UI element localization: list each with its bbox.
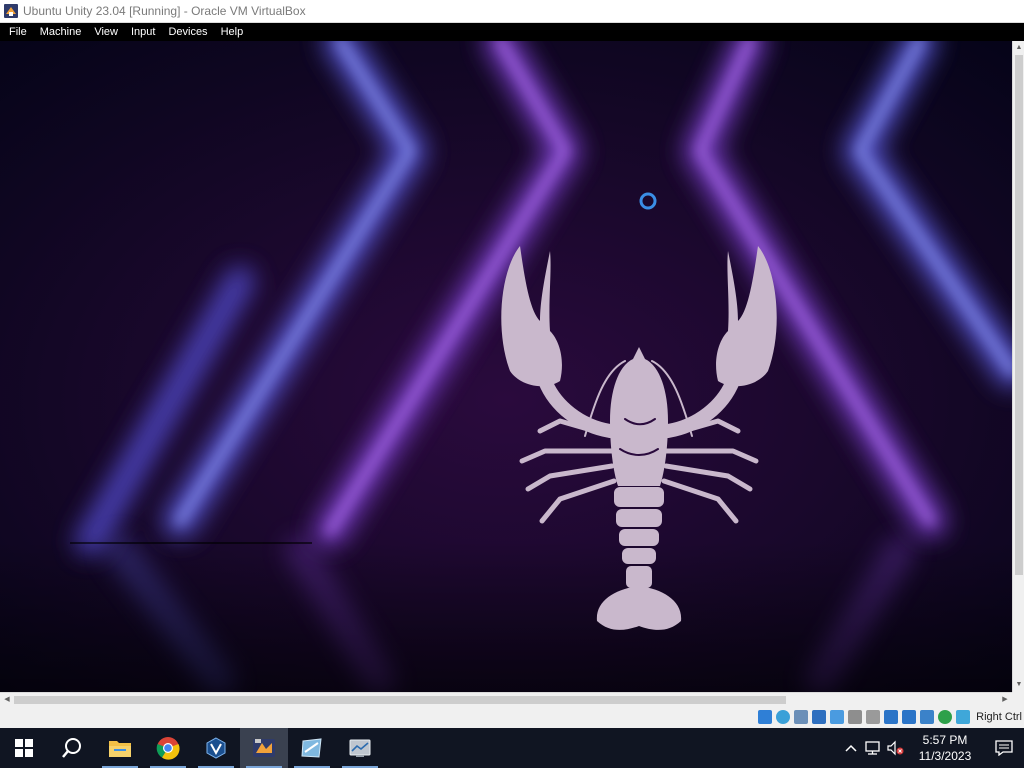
start-button[interactable]	[0, 728, 48, 768]
horizontal-scroll-thumb[interactable]	[14, 696, 786, 704]
taskbar-clock[interactable]: 5:57 PM 11/3/2023	[906, 732, 984, 764]
scrollbar-corner	[1012, 692, 1024, 706]
scroll-right-icon[interactable]: ▶	[1000, 695, 1010, 705]
vertical-scroll-thumb[interactable]	[1015, 55, 1023, 575]
hard-disk-icon[interactable]	[758, 710, 773, 724]
show-hidden-icons-icon[interactable]	[840, 728, 862, 768]
taskbar-chrome[interactable]	[144, 728, 192, 768]
audio-icon[interactable]	[794, 710, 809, 724]
scroll-left-icon[interactable]: ◀	[2, 695, 12, 705]
optical-drive-icon[interactable]	[776, 710, 791, 724]
file-explorer-icon	[109, 741, 131, 757]
cpu-icon[interactable]	[902, 710, 917, 724]
menu-devices[interactable]: Devices	[163, 23, 212, 41]
menu-input[interactable]: Input	[126, 23, 160, 41]
vm-display[interactable]	[0, 41, 1012, 692]
shared-folders-icon[interactable]	[848, 710, 863, 724]
virtualbox-manager-icon	[206, 737, 226, 759]
virtualbox-app-icon	[4, 4, 18, 18]
search-icon	[62, 738, 81, 758]
taskbar-virtualbox-vm[interactable]	[240, 728, 288, 768]
taskbar-app[interactable]	[288, 728, 336, 768]
mouse-integration-icon[interactable]	[920, 710, 935, 724]
scroll-down-icon[interactable]: ▼	[1015, 680, 1023, 690]
menu-bar: File Machine View Input Devices Help	[0, 23, 1024, 41]
menu-file[interactable]: File	[4, 23, 32, 41]
title-bar[interactable]: Ubuntu Unity 23.04 [Running] - Oracle VM…	[0, 0, 1024, 23]
host-key-indicator-icon[interactable]	[956, 710, 971, 724]
keyboard-icon[interactable]	[938, 710, 953, 724]
menu-view[interactable]: View	[89, 23, 123, 41]
virtualbox-vm-icon	[253, 739, 275, 757]
start-icon	[15, 739, 33, 757]
window-title: Ubuntu Unity 23.04 [Running] - Oracle VM…	[23, 4, 306, 18]
taskbar-file-explorer[interactable]	[96, 728, 144, 768]
clock-time: 5:57 PM	[922, 733, 968, 747]
ubuntu-wallpaper	[0, 41, 1012, 692]
network-icon[interactable]	[812, 710, 827, 724]
scroll-up-icon[interactable]: ▲	[1015, 43, 1023, 53]
video-capture-icon[interactable]	[884, 710, 899, 724]
app-icon-2	[349, 739, 371, 757]
clock-date: 11/3/2023	[918, 749, 972, 763]
usb-icon[interactable]	[830, 710, 845, 724]
app-icon	[301, 738, 322, 758]
vm-status-bar: Right Ctrl	[0, 706, 1024, 728]
network-status-icon[interactable]	[862, 728, 884, 768]
action-center-button[interactable]	[984, 728, 1024, 768]
vertical-scrollbar[interactable]: ▲ ▼	[1012, 41, 1024, 692]
system-tray: 5:57 PM 11/3/2023	[840, 728, 1024, 768]
taskbar-app-2[interactable]	[336, 728, 384, 768]
volume-muted-icon[interactable]	[884, 728, 906, 768]
screen: Ubuntu Unity 23.04 [Running] - Oracle VM…	[0, 0, 1024, 768]
display-icon[interactable]	[866, 710, 881, 724]
chrome-icon	[156, 737, 180, 760]
search-button[interactable]	[48, 728, 96, 768]
horizontal-scrollbar[interactable]: ◀ ▶	[0, 692, 1012, 706]
windows-taskbar: 5:57 PM 11/3/2023	[0, 728, 1024, 768]
menu-help[interactable]: Help	[216, 23, 249, 41]
menu-machine[interactable]: Machine	[35, 23, 87, 41]
notifications-icon	[995, 740, 1013, 756]
host-key-label: Right Ctrl	[976, 711, 1022, 723]
taskbar-virtualbox-manager[interactable]	[192, 728, 240, 768]
